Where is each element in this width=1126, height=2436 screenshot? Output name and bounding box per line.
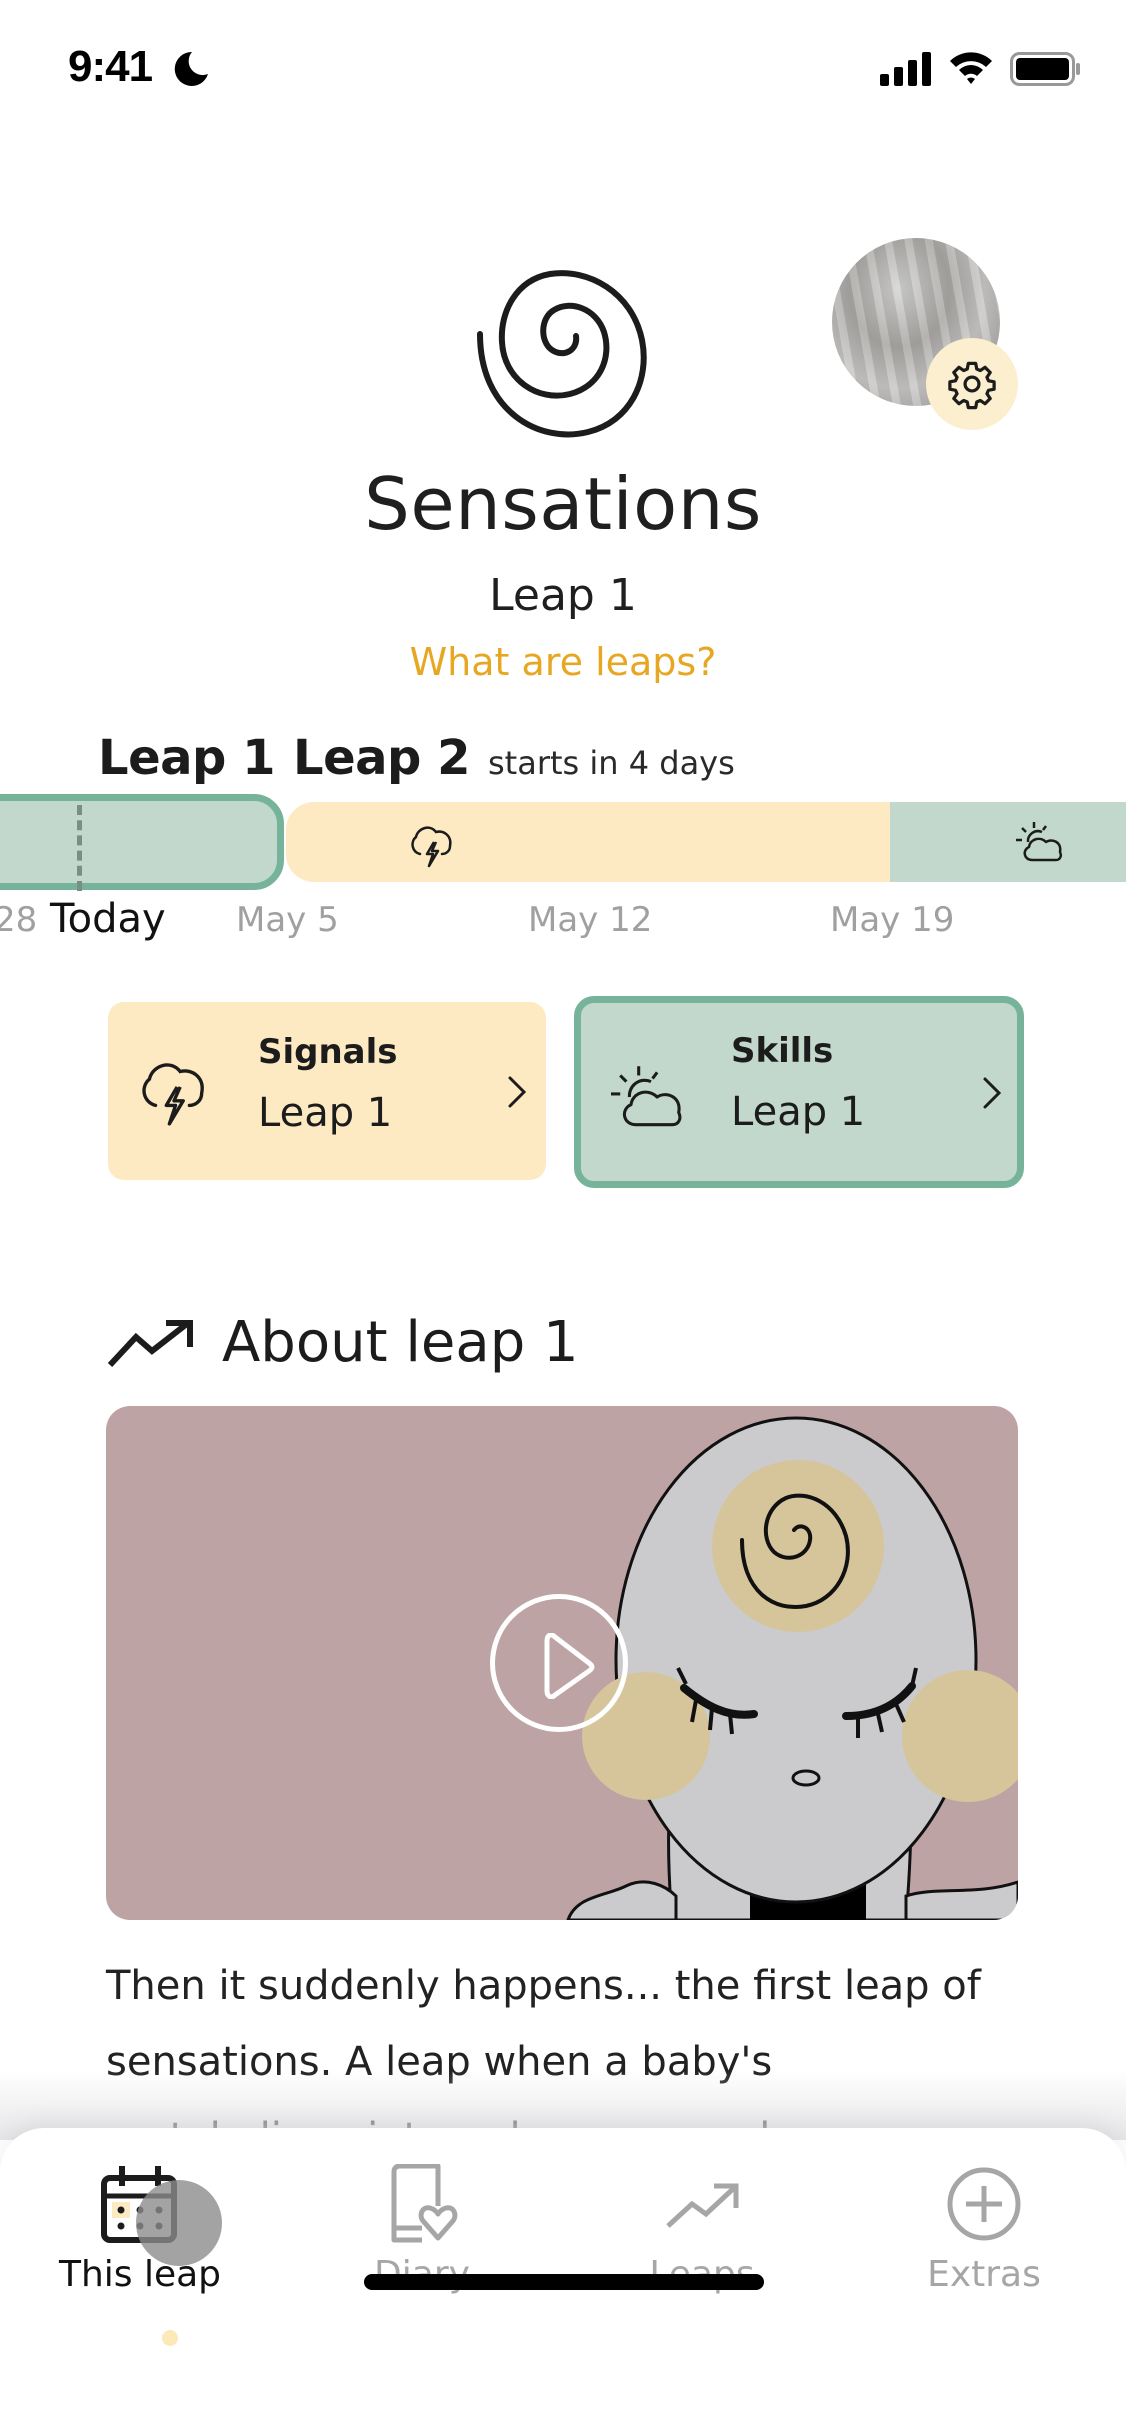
moon-icon	[174, 51, 208, 86]
leap-subtitle: Leap 1	[489, 570, 637, 621]
next-leap-label[interactable]: Leap 2	[293, 730, 471, 786]
play-button[interactable]	[490, 1594, 628, 1732]
about-title: About leap 1	[222, 1310, 579, 1375]
wifi-icon	[950, 52, 992, 84]
tab-extras[interactable]: Extras	[874, 2164, 1094, 2304]
date-label-partial: 28	[0, 900, 38, 940]
battery-icon	[1010, 52, 1080, 86]
card-title: Skills	[731, 1031, 834, 1071]
touch-indicator	[136, 2180, 222, 2266]
diary-heart-icon	[391, 2164, 458, 2243]
date-label-may5: May 5	[236, 900, 339, 940]
about-video[interactable]	[106, 1406, 1018, 1920]
timeline-date-labels: 28 Today May 5 May 12 May 19	[0, 896, 1126, 956]
active-tab-dot	[162, 2330, 178, 2346]
timeline-header: Leap 1 Leap 2 starts in 4 days	[98, 730, 735, 786]
timeline-signals-segment[interactable]	[286, 802, 892, 882]
date-label-may12: May 12	[528, 900, 653, 940]
leap-timeline[interactable]	[0, 794, 1126, 891]
card-subtitle: Leap 1	[258, 1090, 393, 1136]
next-leap-note: starts in 4 days	[488, 744, 735, 782]
what-are-leaps-link[interactable]: What are leaps?	[0, 640, 1126, 684]
timeline-skills-segment[interactable]	[890, 802, 1126, 882]
trend-up-icon	[107, 1319, 193, 1367]
sun-cloud-icon	[611, 1066, 682, 1127]
home-indicator[interactable]	[364, 2274, 764, 2290]
tab-label: Extras	[927, 2254, 1041, 2295]
current-leap-label[interactable]: Leap 1	[98, 730, 276, 786]
signals-card[interactable]: Signals Leap 1	[108, 1002, 546, 1180]
date-label-today: Today	[50, 896, 166, 942]
chevron-right-icon	[983, 1077, 1002, 1109]
play-icon	[544, 1633, 595, 1699]
today-marker	[77, 805, 82, 891]
settings-button[interactable]	[926, 338, 1018, 430]
storm-cloud-icon	[411, 826, 452, 868]
tab-label: This leap	[58, 2254, 222, 2295]
sun-cloud-icon	[1016, 822, 1063, 862]
gear-icon	[948, 361, 996, 410]
plus-circle-icon	[947, 2167, 1021, 2241]
status-time: 9:41	[68, 42, 153, 91]
chevron-right-icon	[508, 1076, 527, 1108]
spiral-icon	[477, 270, 647, 438]
timeline-current-leap-segment[interactable]	[0, 794, 284, 891]
card-subtitle: Leap 1	[731, 1089, 866, 1135]
page-title: Sensations	[364, 462, 762, 546]
status-bar: 9:41	[0, 0, 1126, 140]
signal-icon	[880, 52, 931, 86]
trend-up-icon	[666, 2183, 739, 2228]
skills-card[interactable]: Skills Leap 1	[574, 996, 1024, 1188]
about-section-header: About leap 1	[106, 1310, 579, 1375]
card-title: Signals	[258, 1032, 398, 1072]
date-label-may19: May 19	[830, 900, 955, 940]
storm-cloud-icon	[142, 1063, 204, 1126]
